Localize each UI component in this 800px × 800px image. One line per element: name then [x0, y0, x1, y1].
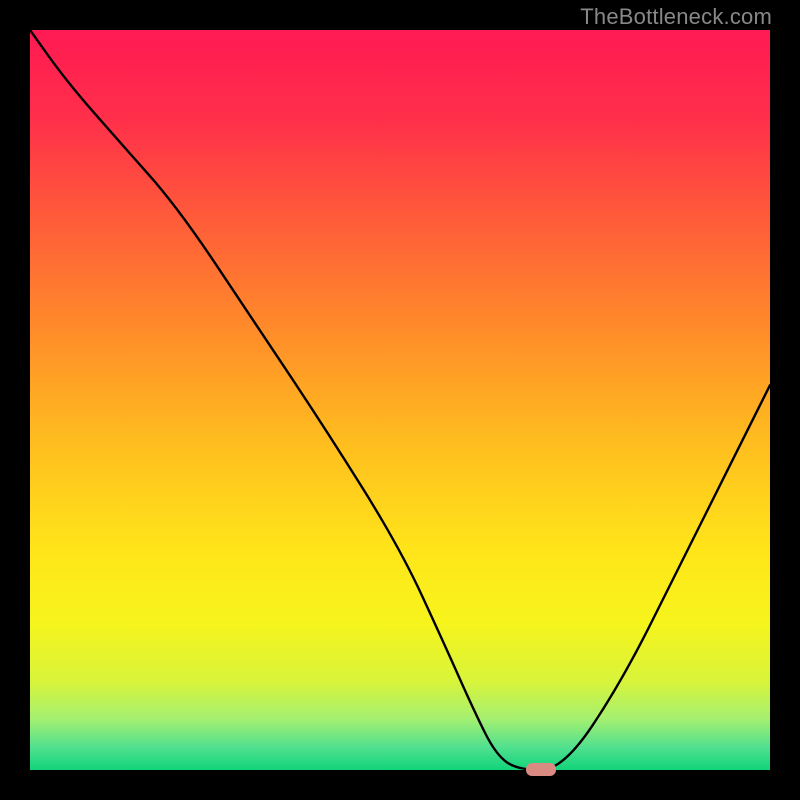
watermark-text: TheBottleneck.com [580, 4, 772, 30]
bottleneck-curve [30, 30, 770, 770]
chart-frame: TheBottleneck.com [0, 0, 800, 800]
plot-area [30, 30, 770, 770]
optimal-marker [526, 763, 556, 776]
